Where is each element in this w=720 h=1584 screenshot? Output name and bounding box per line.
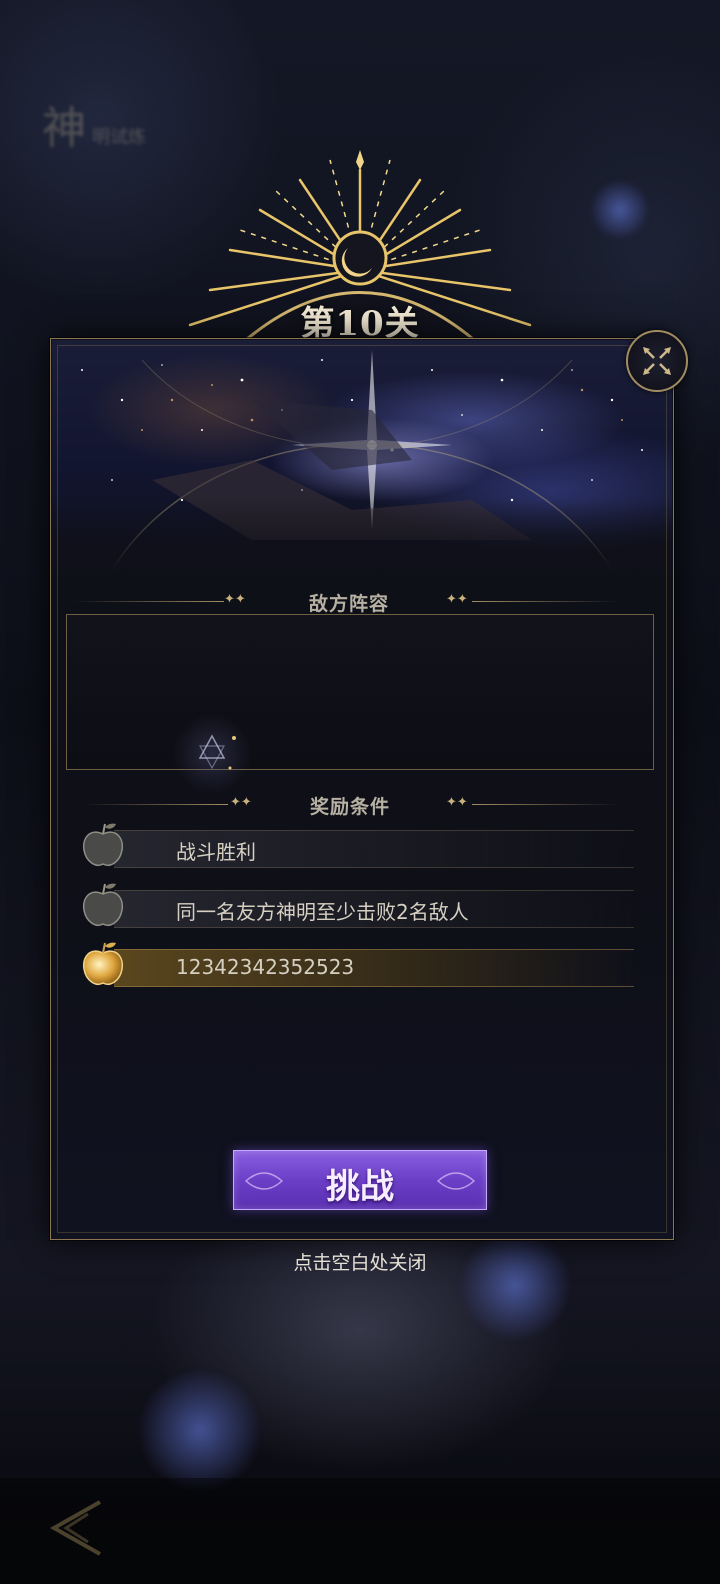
apple-icon [82,823,124,866]
header-line-right [472,804,618,805]
reward-condition-row-achieved: 12342342352523 [80,942,636,987]
empty-lineup-glyph [172,714,252,794]
sparkle-icon: ✦✦ [446,592,468,607]
reward-conditions-title: 奖励条件 [309,796,390,818]
golden-apple-icon [82,942,124,985]
background-orb-bottom-left [140,1370,260,1490]
header-line-right [472,601,618,602]
reward-condition-row: 战斗胜利 [80,823,636,868]
stage-detail-panel [50,338,674,1240]
close-button[interactable] [626,330,688,392]
enemy-lineup-title: 敌方阵容 [308,593,389,615]
stage-galaxy-banner [52,340,672,570]
tap-to-close-hint[interactable]: 点击空白处关闭 [0,1248,720,1275]
enemy-lineup-box [66,614,654,770]
background-orb-bottom-right [460,1230,570,1340]
reward-condition-text: 同一名友方神明至少击败2名敌人 [176,900,469,924]
reward-condition-text: 12342342352523 [176,955,355,979]
back-arrow-icon [49,1500,101,1556]
reward-conditions-header: ✦✦ 奖励条件 ✦✦ [82,790,618,820]
close-x-icon [643,347,671,375]
screen[interactable]: 神明试炼 第10关 ✦✦ 敌方阵容 ✦✦ ✦✦ 奖励条件 ✦✦ 战斗胜利 同一名… [0,0,720,1584]
apple-icon [82,883,124,926]
background-menu-title: 神明试炼 [42,92,146,156]
galaxy-stars [81,350,643,570]
challenge-button[interactable]: 挑战 [233,1150,487,1210]
star-glyph-icon [198,734,236,770]
background-title-main: 神 [42,103,86,154]
sparkle-icon: ✦✦ [446,795,468,810]
enemy-lineup-header: ✦✦ 敌方阵容 ✦✦ [74,587,624,617]
ornament-right-icon [436,1172,476,1190]
background-title-small: 明试炼 [92,127,146,148]
reward-condition-text: 战斗胜利 [176,840,256,864]
reward-condition-row: 同一名友方神明至少击败2名敌人 [80,883,636,928]
background-orb-right [590,180,650,240]
